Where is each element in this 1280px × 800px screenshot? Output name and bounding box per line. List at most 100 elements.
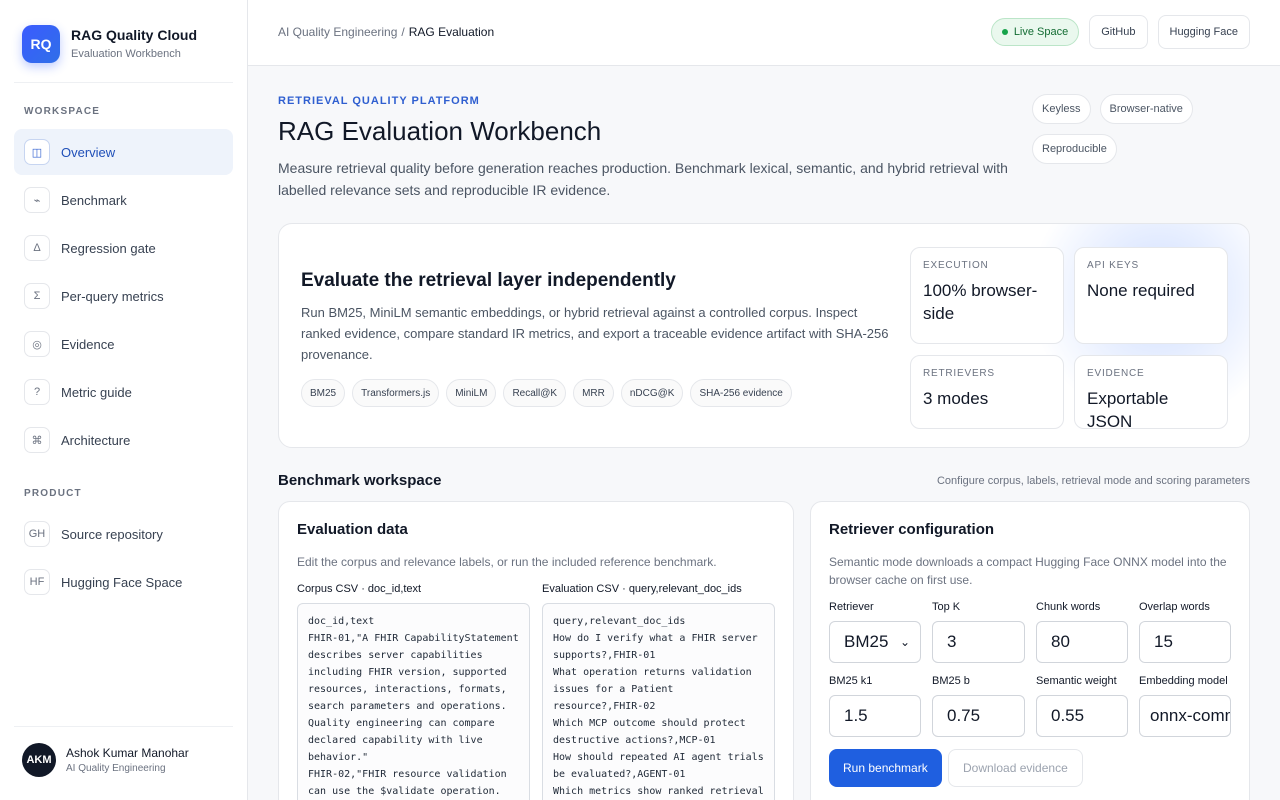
workspace-subtitle: Configure corpus, labels, retrieval mode… [936,475,1250,487]
github-icon: GH [24,521,50,547]
github-button[interactable]: GitHub [1089,15,1148,49]
breadcrumb-current: RAG Evaluation [408,25,495,39]
hero-title: Evaluate the retrieval layer independent… [301,270,676,291]
hugging-face-button[interactable]: Hugging Face [1157,15,1250,49]
bm25-b-label: BM25 b [932,675,970,687]
sidebar-item-source-repository[interactable]: GH Source repository [14,511,233,557]
semantic-weight-input[interactable]: 0.55 [1036,695,1128,737]
embedding-model-label: Embedding model [1139,675,1228,687]
sidebar-item-hugging-face-space[interactable]: HF Hugging Face Space [14,559,233,605]
sidebar-item-label: Overview [61,144,116,160]
target-icon: ◎ [24,331,50,357]
page-title: RAG Evaluation Workbench [278,116,602,146]
sidebar-item-per-query-metrics[interactable]: Σ Per-query metrics [14,273,233,319]
sigma-icon: Σ [24,283,50,309]
avatar: AKM [22,743,56,777]
sidebar-item-label: Source repository [61,526,163,542]
layout-icon: ◫ [24,139,50,165]
chip-ndcg-at-k: nDCG@K [620,379,684,407]
stat-value: Exportable JSON [1087,389,1169,431]
evaluation-csv-label: Evaluation CSV · query,relevant_doc_ids [542,583,742,595]
chip-sha256-evidence: SHA-256 evidence [690,379,792,407]
bm25-b-input[interactable]: 0.75 [932,695,1025,737]
brand-logo: RQ [22,25,60,63]
workspace-nav: ◫ Overview ⌁ Benchmark Δ Regression gate… [14,129,233,465]
stat-evidence: EVIDENCE Exportable JSON [1074,355,1228,431]
stat-label: EVIDENCE [1087,368,1145,379]
live-space-badge: Live Space [990,18,1080,46]
user-profile[interactable]: AKM Ashok Kumar Manohar AI Quality Engin… [14,726,233,777]
retriever-select[interactable]: BM25 ⌄ [829,621,921,663]
hugging-face-icon: HF [24,569,50,595]
stat-retrievers: RETRIEVERS 3 modes [910,355,1064,429]
hero-chips: BM25 Transformers.js MiniLM Recall@K MRR… [301,379,792,407]
card-description: Semantic mode downloads a compact Huggin… [829,555,1227,587]
chevron-down-icon: ⌄ [899,635,910,649]
sidebar: RQ RAG Quality Cloud Evaluation Workbenc… [0,0,248,800]
download-evidence-button[interactable]: Download evidence [948,749,1083,787]
sidebar-item-label: Architecture [61,432,131,448]
overlap-words-input[interactable]: 15 [1139,621,1231,663]
stat-api-keys: API KEYS None required [1074,247,1228,344]
delta-icon: Δ [24,235,50,261]
sidebar-item-label: Per-query metrics [61,288,164,304]
chip-mrr: MRR [573,379,614,407]
sidebar-item-label: Evidence [61,336,115,352]
tag-keyless: Keyless [1032,94,1091,124]
header-tags: Keyless Browser-native Reproducible [1032,94,1232,164]
stat-label: RETRIEVERS [923,368,995,379]
chip-minilm: MiniLM [446,379,497,407]
product-nav: GH Source repository HF Hugging Face Spa… [14,511,233,607]
hero-card: Evaluate the retrieval layer independent… [278,223,1250,448]
workspace-section-label: WORKSPACE [24,106,101,117]
top-k-label: Top K [932,601,961,613]
card-description: Edit the corpus and relevance labels, or… [297,555,717,569]
sidebar-item-architecture[interactable]: ⌘ Architecture [14,417,233,463]
card-title: Evaluation data [297,521,408,538]
stat-label: API KEYS [1087,260,1139,271]
page-eyebrow: RETRIEVAL QUALITY PLATFORM [278,95,480,107]
breadcrumb-parent[interactable]: AI Quality Engineering [278,25,397,39]
sidebar-item-label: Metric guide [61,384,132,400]
question-icon: ? [24,379,50,405]
sidebar-divider [14,82,233,83]
stat-value: None required [1087,281,1195,300]
top-actions: Live Space GitHub Hugging Face [990,15,1250,49]
chip-recall-at-k: Recall@K [503,379,567,407]
sidebar-item-overview[interactable]: ◫ Overview [14,129,233,175]
evaluation-csv-textarea[interactable]: query,relevant_doc_ids How do I verify w… [542,603,775,800]
sidebar-item-evidence[interactable]: ◎ Evidence [14,321,233,367]
page-description: Measure retrieval quality before generat… [278,160,1008,198]
semantic-weight-label: Semantic weight [1036,675,1117,687]
sidebar-item-regression-gate[interactable]: Δ Regression gate [14,225,233,271]
user-role: AI Quality Engineering [66,763,166,774]
brand[interactable]: RQ RAG Quality Cloud Evaluation Workbenc… [22,25,197,63]
user-name: Ashok Kumar Manohar [66,746,189,760]
stat-value: 3 modes [923,389,989,408]
retriever-label: Retriever [829,601,874,613]
sidebar-item-label: Hugging Face Space [61,574,183,590]
embedding-model-input[interactable]: onnx-community/all-MiniLM-L6-v2 [1139,695,1231,737]
bm25-k1-input[interactable]: 1.5 [829,695,921,737]
breadcrumb: AI Quality Engineering / RAG Evaluation [278,25,494,39]
workspace-title: Benchmark workspace [278,472,442,489]
brand-title: RAG Quality Cloud [71,27,197,43]
chunk-words-input[interactable]: 80 [1036,621,1128,663]
run-benchmark-button[interactable]: Run benchmark [829,749,942,787]
corpus-csv-label: Corpus CSV · doc_id,text [297,583,422,595]
live-space-label: Live Space [1013,26,1069,38]
brand-subtitle: Evaluation Workbench [71,48,181,60]
bm25-k1-label: BM25 k1 [829,675,873,687]
sidebar-item-metric-guide[interactable]: ? Metric guide [14,369,233,415]
sidebar-item-label: Benchmark [61,192,127,208]
command-icon: ⌘ [24,427,50,453]
tag-browser-native: Browser-native [1099,94,1193,124]
chip-transformers-js: Transformers.js [352,379,440,407]
hero-description: Run BM25, MiniLM semantic embeddings, or… [301,305,889,362]
sidebar-item-benchmark[interactable]: ⌁ Benchmark [14,177,233,223]
top-k-input[interactable]: 3 [932,621,1025,663]
corpus-csv-textarea[interactable]: doc_id,text FHIR-01,"A FHIR CapabilitySt… [297,603,530,800]
product-section-label: PRODUCT [24,488,82,499]
overlap-words-label: Overlap words [1139,601,1210,613]
status-dot-icon [1001,29,1008,35]
